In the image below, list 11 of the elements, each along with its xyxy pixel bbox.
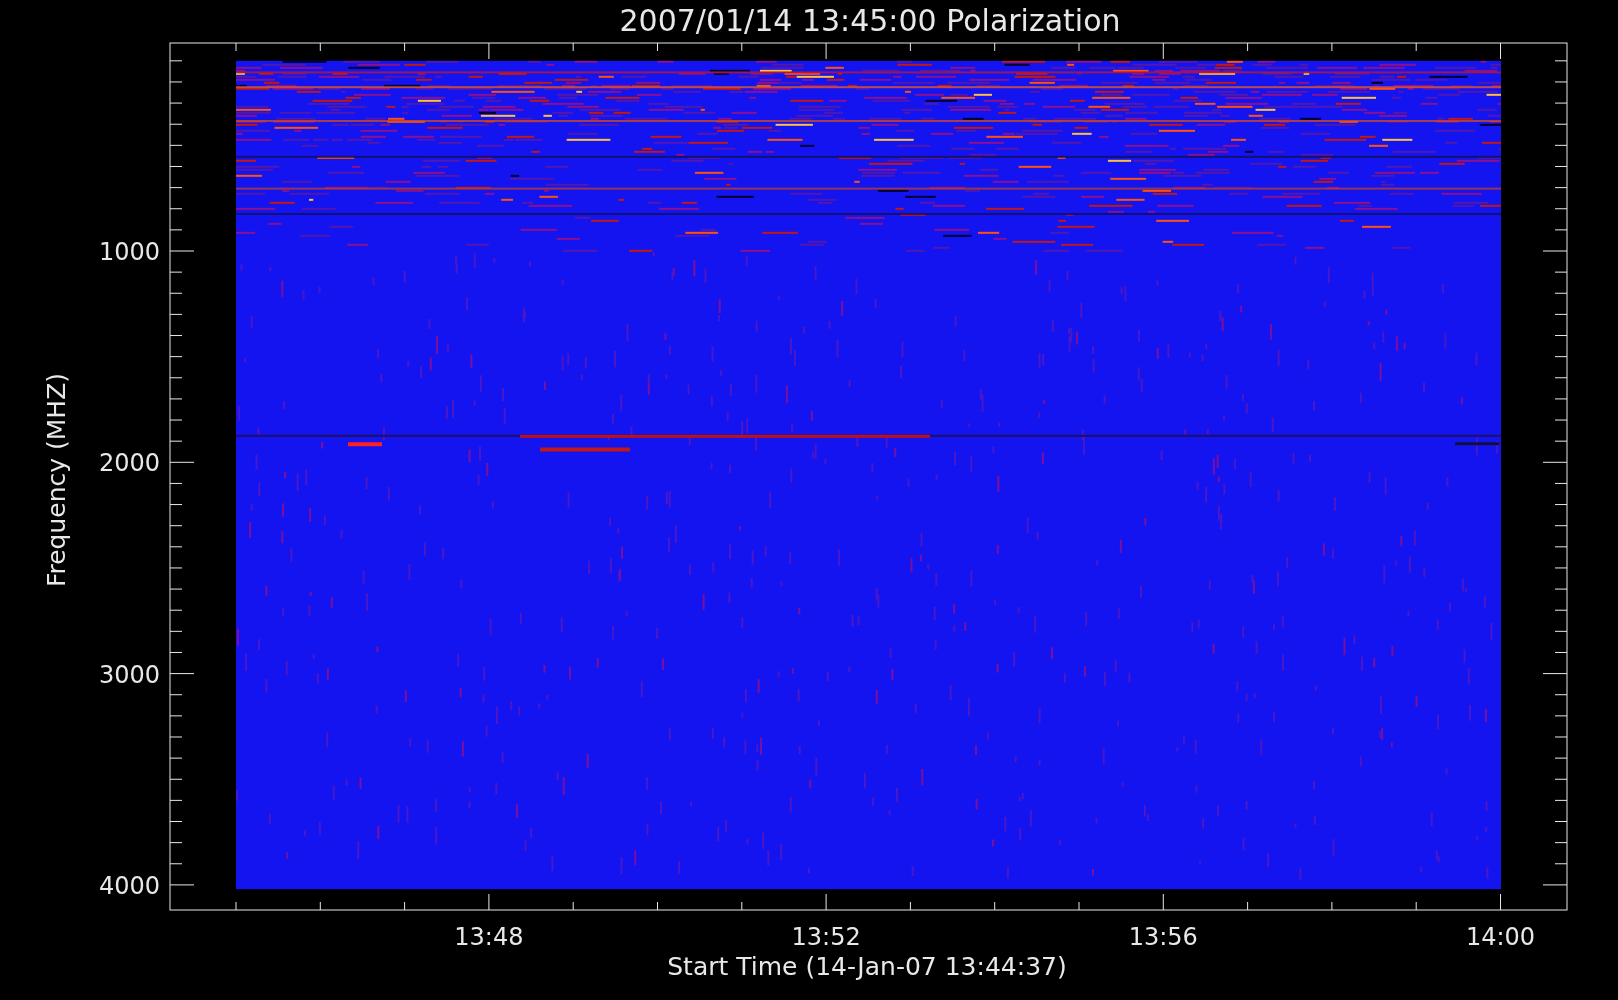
y-axis-title: Frequency (MHZ) (42, 372, 71, 588)
y-tick-label: 1000 (98, 238, 160, 266)
x-axis-title: Start Time (14-Jan-07 13:44:37) (667, 952, 1067, 981)
x-tick-label: 14:00 (1465, 923, 1536, 951)
y-tick-label: 4000 (98, 871, 160, 900)
y-tick-label: 3000 (98, 660, 160, 689)
x-tick-label: 13:56 (1128, 923, 1198, 951)
x-tick-label: 13:48 (454, 923, 524, 951)
x-tick-label: 13:52 (791, 923, 861, 951)
y-tick-label: 2000 (98, 449, 160, 478)
plot-title: 2007/01/14 13:45:00 Polarization (619, 3, 1121, 38)
